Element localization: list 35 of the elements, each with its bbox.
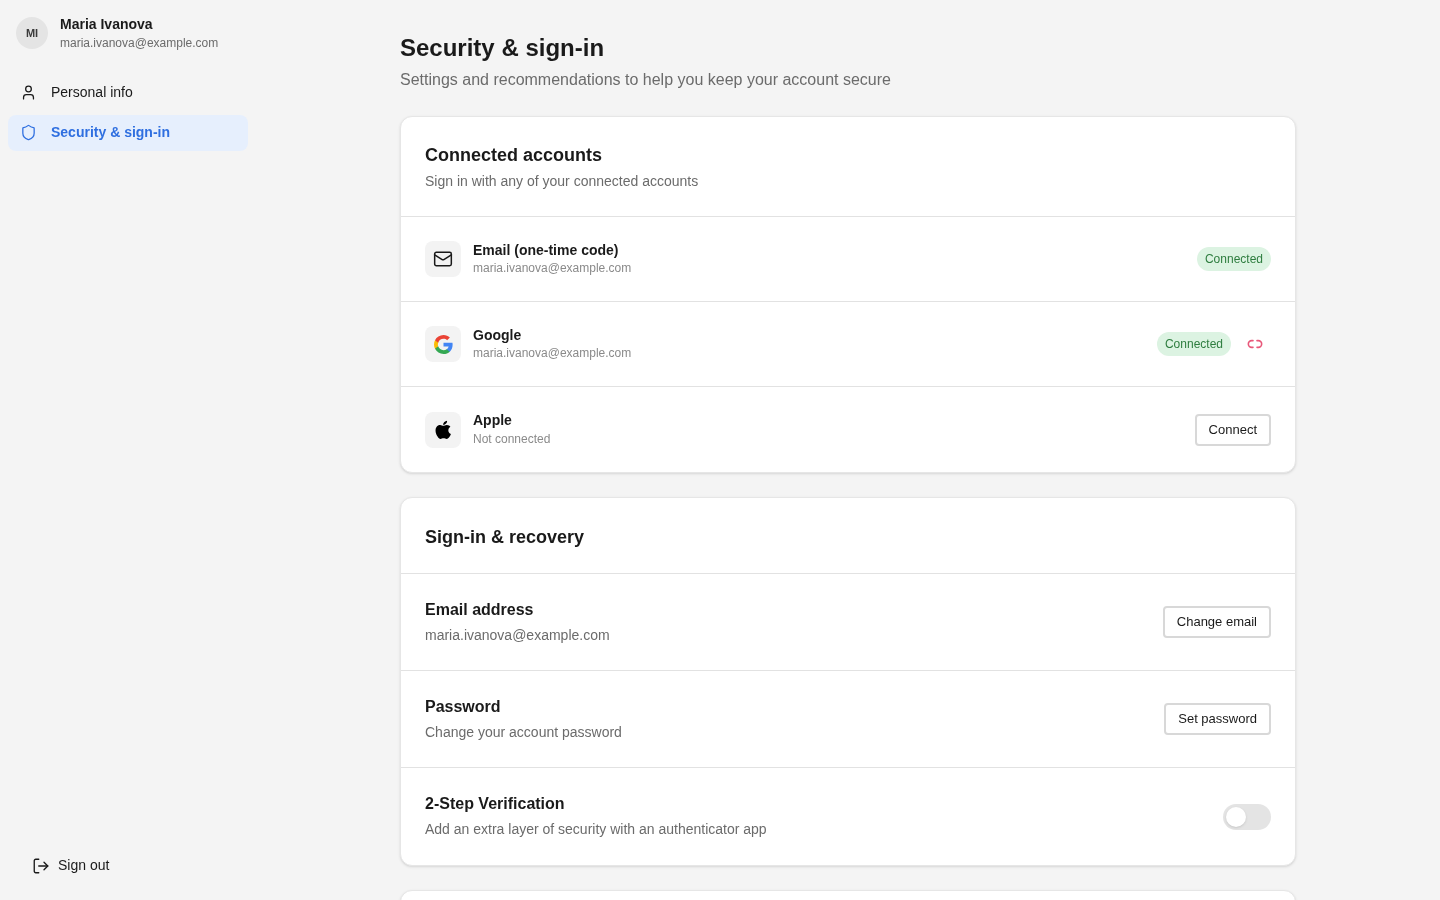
user-email: maria.ivanova@example.com (60, 35, 219, 51)
setting-description: Add an extra layer of security with an authenticator app (425, 820, 768, 839)
page-title: Security & sign-in (400, 33, 606, 63)
connect-button[interactable]: Connect (1194, 413, 1271, 446)
setting-action-button[interactable]: Set password (1164, 703, 1271, 735)
setting-label: 2-Step Verification (425, 794, 566, 814)
account-detail: Not connected (473, 431, 552, 447)
google-logo-icon (433, 334, 453, 354)
avatar: MI (16, 17, 48, 50)
sign-out-button[interactable]: Sign out (32, 855, 110, 876)
card-subtitle: Sign in with any of your connected accounts (425, 172, 700, 191)
card-title: Connected accounts (425, 144, 604, 167)
connected-status-badge: Connected (1196, 247, 1271, 271)
card-title: Sign-in & recovery (425, 525, 585, 549)
setting-description: maria.ivanova@example.com (425, 625, 611, 645)
account-name: Apple (473, 412, 513, 430)
toggle-switch[interactable] (1223, 803, 1271, 830)
account-name: Email (one-time code) (473, 241, 620, 260)
account-detail: maria.ivanova@example.com (473, 261, 633, 277)
account-name: Google (473, 326, 523, 345)
sidebar-nav-item[interactable]: Personal info (8, 74, 248, 111)
page-subtitle: Settings and recommendations to help you keep your account secure (400, 70, 892, 90)
sign-out-icon (32, 856, 50, 875)
sidebar-nav-item[interactable]: Security & sign-in (8, 114, 248, 151)
account-detail: maria.ivanova@example.com (473, 346, 633, 362)
apple-logo-icon (435, 420, 451, 439)
setting-action-button[interactable]: Change email (1162, 606, 1271, 638)
person-icon (20, 84, 37, 101)
envelope-icon (433, 249, 453, 269)
connected-status-badge: Connected (1156, 332, 1231, 356)
shield-icon (20, 124, 37, 141)
user-name: Maria Ivanova (60, 16, 154, 34)
setting-label: Email address (425, 599, 535, 620)
setting-label: Password (425, 696, 502, 717)
setting-description: Change your account password (425, 722, 623, 742)
